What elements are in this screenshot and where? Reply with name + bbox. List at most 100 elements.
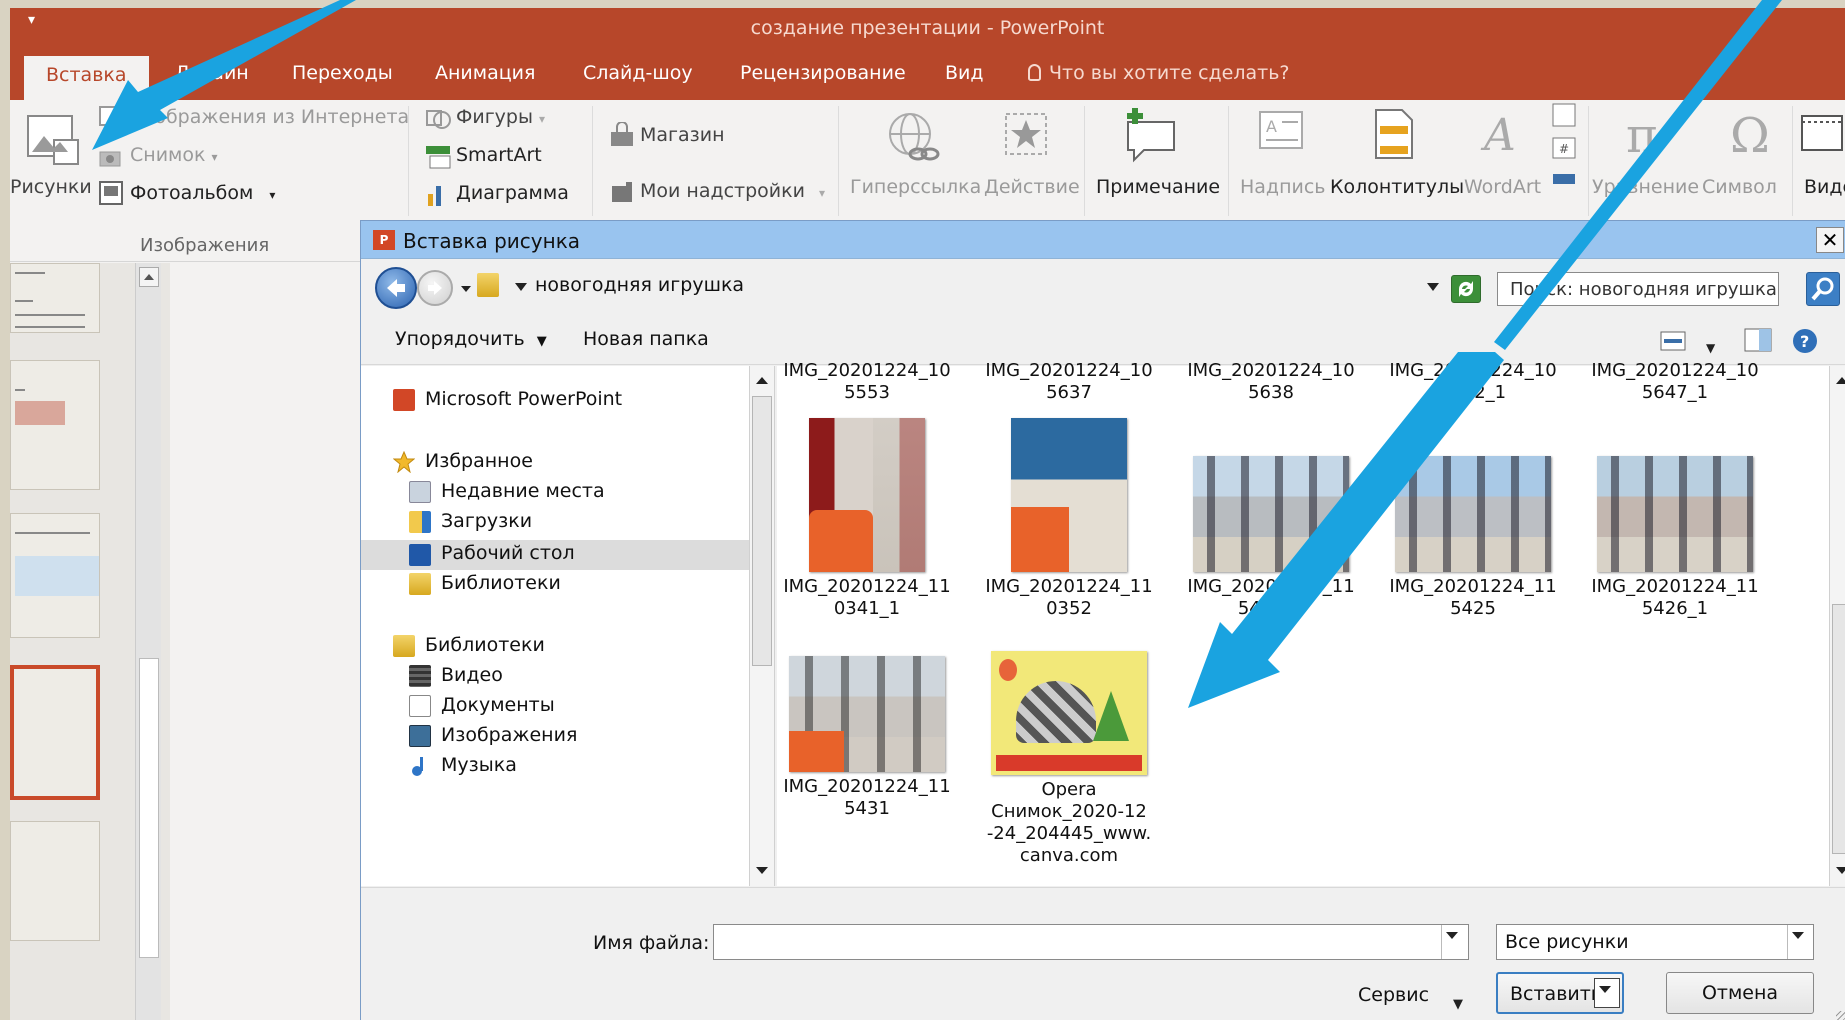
tree-item-favorites[interactable]: Избранное	[393, 450, 533, 473]
back-button[interactable]	[375, 267, 417, 309]
file-item[interactable]: Opera Снимок_2020-12 -24_204445_www. can…	[979, 651, 1159, 867]
action-button[interactable]: Действие	[984, 176, 1080, 198]
scroll-up-arrow[interactable]	[1832, 370, 1845, 392]
tree-scrollbar[interactable]	[749, 366, 775, 886]
comment-button[interactable]: Примечание	[1096, 176, 1220, 198]
dialog-title-bar: P Вставка рисунка ✕	[361, 221, 1845, 259]
file-item[interactable]: IMG_20201224_11 5426_1	[1585, 418, 1765, 620]
slide-thumbnail[interactable]	[10, 263, 100, 333]
chart-button[interactable]: Диаграмма	[456, 182, 569, 206]
thumbnail-text	[15, 326, 85, 328]
tools-button[interactable]: Сервис	[1358, 984, 1429, 1006]
tree-item-label: Музыка	[441, 754, 517, 776]
textbox-button[interactable]: Надпись	[1240, 176, 1325, 198]
tree-item-libraries-root[interactable]: Библиотеки	[393, 634, 545, 657]
store-button[interactable]: Магазин	[640, 124, 725, 146]
tab-view[interactable]: Вид	[945, 62, 984, 84]
hyperlink-button[interactable]: Гиперссылка	[850, 176, 981, 198]
wordart-button[interactable]: WordArt	[1464, 176, 1541, 198]
search-placeholder: Поиск: новогодняя игрушка	[1510, 279, 1777, 300]
tree-item-powerpoint[interactable]: Microsoft PowerPoint	[393, 388, 622, 411]
smartart-button[interactable]: SmartArt	[456, 144, 542, 166]
cancel-button[interactable]: Отмена	[1666, 972, 1814, 1014]
equation-button[interactable]: Уравнение	[1592, 176, 1699, 198]
forward-button[interactable]	[417, 270, 453, 306]
photo-album-button[interactable]: Фотоальбом ▾	[130, 182, 275, 204]
file-list-scrollbar[interactable]	[1829, 366, 1845, 886]
tab-review[interactable]: Рецензирование	[740, 62, 906, 84]
file-type-select[interactable]: Все рисунки	[1496, 924, 1814, 960]
tree-item-music[interactable]: Музыка	[412, 754, 517, 776]
scroll-down-arrow[interactable]	[1832, 860, 1845, 882]
filename-dropdown-icon[interactable]	[1441, 925, 1469, 959]
file-item[interactable]: IMG_20201224_11 5418_1	[1181, 418, 1361, 620]
pictures-icon[interactable]	[24, 110, 82, 170]
tree-item-desktop[interactable]: Рабочий стол	[361, 540, 749, 570]
file-item[interactable]: IMG_20201224_10 5642_1	[1383, 360, 1563, 404]
file-item[interactable]: IMG_20201224_11 0352	[979, 418, 1159, 620]
slide-thumbnail[interactable]	[10, 821, 100, 941]
scrollbar-thumb[interactable]	[139, 658, 159, 958]
scroll-up-arrow[interactable]	[752, 370, 772, 392]
symbol-button[interactable]: Символ	[1702, 176, 1777, 198]
history-dropdown-icon[interactable]	[461, 286, 471, 292]
search-input[interactable]: Поиск: новогодняя игрушка	[1497, 272, 1779, 306]
breadcrumb-chevron-icon[interactable]	[515, 283, 527, 291]
scrollbar-thumb[interactable]	[1832, 604, 1845, 854]
file-item[interactable]: IMG_20201224_11 5431	[777, 656, 957, 820]
close-button[interactable]: ✕	[1816, 227, 1844, 253]
file-item[interactable]: IMG_20201224_10 5638	[1181, 360, 1361, 404]
header-footer-button[interactable]: Колонтитулы	[1330, 176, 1464, 198]
refresh-button[interactable]	[1451, 275, 1481, 303]
help-icon[interactable]: ?	[1791, 327, 1821, 357]
image-thumbnail	[789, 656, 945, 772]
scroll-up-arrow[interactable]	[139, 267, 159, 287]
my-addins-button[interactable]: Мои надстройки ▾	[640, 180, 825, 202]
divider	[1084, 106, 1085, 216]
view-dropdown-icon[interactable]: ▼	[1706, 335, 1715, 357]
tree-item-documents[interactable]: Документы	[409, 694, 555, 717]
slide-thumbnail-selected[interactable]	[10, 665, 100, 800]
tab-design[interactable]: Дизайн	[175, 62, 249, 84]
address-dropdown-icon[interactable]	[1427, 283, 1439, 291]
file-item[interactable]: IMG_20201224_10 5553	[777, 360, 957, 404]
tree-item-downloads[interactable]: Загрузки	[409, 510, 532, 533]
tree-item-video[interactable]: Видео	[409, 664, 503, 687]
file-item[interactable]: IMG_20201224_11 5425	[1383, 418, 1563, 620]
tab-animations[interactable]: Анимация	[435, 62, 535, 84]
music-icon	[412, 757, 423, 776]
video-button[interactable]: Виде	[1804, 176, 1845, 198]
shapes-button[interactable]: Фигуры ▾	[456, 106, 545, 128]
insert-button[interactable]: Вставить	[1496, 972, 1624, 1014]
insert-options-dropdown[interactable]	[1594, 978, 1620, 1008]
tree-item-libraries[interactable]: Библиотеки	[409, 572, 561, 595]
pictures-button[interactable]: Рисунки	[10, 176, 92, 198]
tab-insert[interactable]: Вставка	[24, 56, 149, 100]
view-options-icon[interactable]	[1659, 329, 1689, 353]
tools-dropdown-icon[interactable]: ▼	[1453, 991, 1463, 1013]
slide-thumbnail[interactable]	[10, 360, 100, 490]
online-images-button[interactable]: Изображения из Интернета	[130, 106, 409, 128]
slide-thumbnail[interactable]	[10, 513, 100, 638]
tree-item-recent-places[interactable]: Недавние места	[409, 480, 605, 503]
organize-button[interactable]: Упорядочить ▼	[395, 328, 547, 350]
file-item[interactable]: IMG_20201224_10 5647_1	[1585, 360, 1765, 404]
preview-pane-icon[interactable]	[1743, 327, 1773, 355]
file-item[interactable]: IMG_20201224_11 0341_1	[777, 418, 957, 620]
tree-item-pictures[interactable]: Изображения	[409, 724, 577, 747]
scrollbar-thumb[interactable]	[752, 396, 772, 666]
scroll-down-arrow[interactable]	[752, 860, 772, 882]
search-button[interactable]	[1806, 272, 1840, 306]
tell-me-search[interactable]: Что вы хотите сделать?	[1028, 62, 1290, 84]
address-bar[interactable]: новогодняя игрушка	[477, 271, 1477, 305]
filename-input[interactable]	[713, 924, 1469, 960]
file-item[interactable]: IMG_20201224_10 5637	[979, 360, 1159, 404]
resize-grip[interactable]	[1836, 1011, 1845, 1020]
tab-slideshow[interactable]: Слайд-шоу	[583, 62, 693, 84]
file-name: IMG_20201224_10 5642_1	[1389, 360, 1557, 403]
slide-pane-scrollbar[interactable]	[135, 263, 161, 1020]
new-folder-button[interactable]: Новая папка	[583, 328, 709, 350]
tab-transitions[interactable]: Переходы	[292, 62, 393, 84]
screenshot-button[interactable]: Снимок ▾	[130, 144, 218, 166]
chevron-down-icon[interactable]	[1787, 925, 1813, 959]
